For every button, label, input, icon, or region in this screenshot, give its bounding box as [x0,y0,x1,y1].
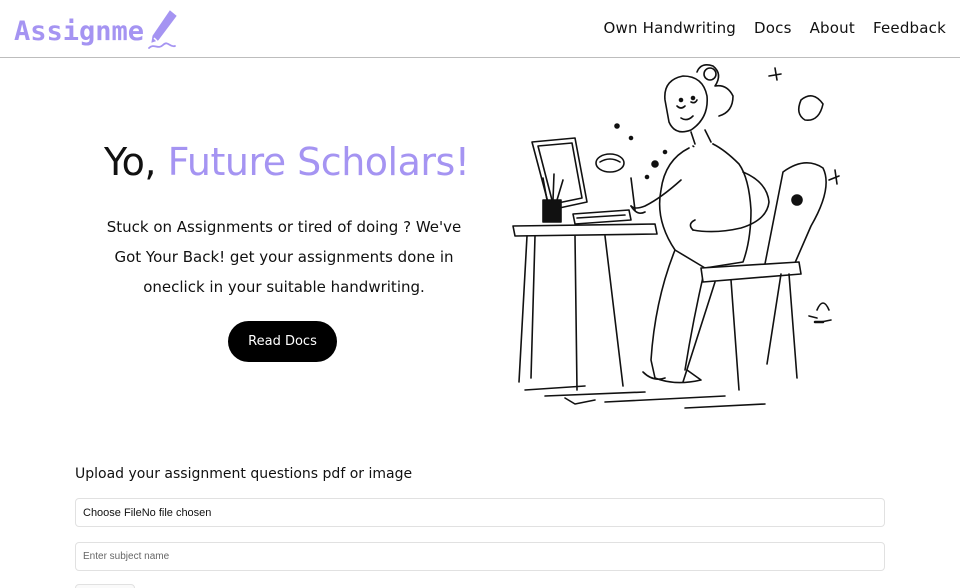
file-input[interactable]: Choose File No file chosen [75,498,885,527]
choose-file-button[interactable]: Choose File [83,507,142,519]
nav-feedback[interactable]: Feedback [873,19,946,37]
next-field-stub[interactable] [75,584,135,588]
hero-title-prefix: Yo, [104,140,157,184]
read-docs-button[interactable]: Read Docs [228,321,337,362]
nav-own-handwriting[interactable]: Own Handwriting [603,19,736,37]
hero-title-accent: Future Scholars! [167,140,470,184]
logo[interactable]: Assignme [14,10,180,52]
hero-title: Yo, Future Scholars! [104,140,470,184]
nav-docs[interactable]: Docs [754,19,792,37]
pen-icon [148,10,177,49]
upload-label: Upload your assignment questions pdf or … [75,466,413,482]
subject-name-input[interactable] [75,542,885,571]
logo-text: Assignme [14,15,145,47]
file-status: No file chosen [141,506,212,519]
illustration-student-at-desk [512,64,840,409]
nav-about[interactable]: About [810,19,855,37]
hero-subtitle: Stuck on Assignments or tired of doing ?… [106,218,462,296]
main-nav: Own Handwriting Docs About Feedback [603,19,946,37]
site-header: Assignme Own Handwriting Docs About Feed… [0,0,960,58]
